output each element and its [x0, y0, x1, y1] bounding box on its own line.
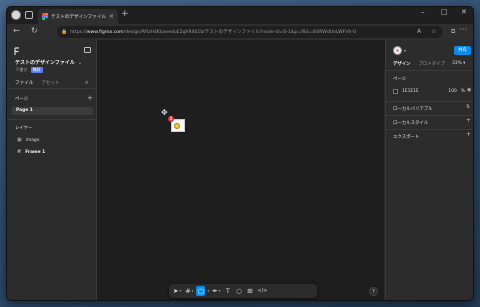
tab-design[interactable]: デザイン: [393, 61, 411, 67]
toggle-sidebar-icon[interactable]: [84, 47, 91, 53]
export-section[interactable]: エクスポート: [393, 134, 419, 140]
user-avatar[interactable]: [393, 46, 402, 55]
url-text: https://www.figma.com/design/RRzH4Kkaeed…: [70, 30, 356, 35]
divider: [386, 101, 473, 102]
free-plan-badge: 無料: [30, 67, 43, 73]
color-swatch[interactable]: [393, 88, 398, 94]
figma-favicon-icon: [42, 13, 48, 20]
layer-label: image: [25, 137, 40, 143]
layer-label: Frame 1: [25, 149, 46, 155]
left-sidebar: テストのデザインファイル ⌄ 下書き 無料 ファイル アセット ⌕ ページ + P…: [7, 40, 97, 300]
browser-window: テストのデザインファイル – Figma × + – □ ✕ ← ↻ 🔒 htt…: [6, 6, 474, 301]
tab-file[interactable]: ファイル: [15, 80, 33, 86]
divider: [386, 129, 473, 130]
pen-tool-icon[interactable]: ✒ ▾: [211, 286, 221, 296]
tab-close-icon[interactable]: ×: [109, 13, 114, 20]
pages-header: ページ: [15, 97, 29, 102]
search-icon[interactable]: ⌕: [85, 79, 88, 87]
frame-tool-icon[interactable]: # ▾: [184, 286, 194, 296]
variables-icon[interactable]: ⇅: [466, 105, 470, 110]
layer-item-image[interactable]: ▣ image: [17, 137, 39, 143]
draft-location: 下書き 無料: [15, 67, 43, 73]
tab-assets[interactable]: アセット: [41, 80, 59, 86]
close-window-button[interactable]: ✕: [461, 9, 467, 16]
design-canvas[interactable]: ✥ 1 ➤ ▾ # ▾ ▢ ▾ ✒ ▾ T ○ ⊞ </> ?: [97, 40, 385, 300]
page-section-header: ページ: [393, 77, 407, 82]
right-sidebar: ▾ 共有 デザイン プロトタイプ 33% ▾ ページ 1E1E1E 100 % …: [385, 40, 473, 300]
background-color-field[interactable]: 1E1E1E 100 %: [393, 87, 465, 95]
tab-strip: テストのデザインファイル – Figma × + – □ ✕: [7, 7, 473, 24]
notification-badge: 1: [168, 116, 174, 122]
back-icon[interactable]: ←: [13, 27, 20, 35]
help-button[interactable]: ?: [369, 287, 378, 296]
file-name[interactable]: テストのデザインファイル ⌄: [15, 59, 82, 66]
divider: [7, 88, 97, 89]
tab-actions-icon[interactable]: [25, 11, 33, 19]
profile-avatar[interactable]: [11, 10, 21, 20]
local-variables[interactable]: ローカルバリアブル: [393, 106, 433, 112]
chevron-down-icon[interactable]: ⌄: [78, 60, 82, 66]
drafts-label: 下書き: [15, 67, 28, 72]
add-page-icon[interactable]: +: [87, 95, 93, 102]
chevron-down-icon[interactable]: ▾: [207, 289, 209, 293]
lock-icon[interactable]: 🔒: [61, 29, 67, 35]
right-panel-tabs: デザイン プロトタイプ: [393, 61, 445, 67]
move-cursor-icon: ✥: [161, 108, 168, 117]
browser-menu-icon[interactable]: ···: [459, 26, 467, 34]
frame-icon: #: [17, 149, 22, 155]
tab-title: テストのデザインファイル – Figma: [51, 14, 106, 20]
reload-icon[interactable]: ↻: [31, 27, 38, 35]
move-tool-icon[interactable]: ➤ ▾: [172, 286, 182, 296]
image-icon: ▣: [17, 137, 22, 143]
browser-tab-figma[interactable]: テストのデザインファイル – Figma ×: [38, 9, 118, 24]
text-tool-icon[interactable]: T: [223, 286, 232, 296]
zoom-level[interactable]: 33% ▾: [452, 61, 465, 66]
navigation-bar: ← ↻ 🔒 https://www.figma.com/design/RRzH4…: [7, 24, 473, 40]
maximize-button[interactable]: □: [441, 9, 448, 16]
page-item-page-1[interactable]: Page 1: [12, 107, 93, 115]
image-thumbnail: [174, 123, 180, 129]
divider: [7, 119, 97, 120]
add-export-icon[interactable]: +: [466, 132, 471, 138]
figma-app: テストのデザインファイル ⌄ 下書き 無料 ファイル アセット ⌕ ページ + P…: [7, 40, 473, 300]
read-aloud-icon[interactable]: A: [417, 28, 421, 35]
divider: [386, 115, 473, 116]
tab-prototype[interactable]: プロトタイプ: [419, 61, 445, 67]
comment-tool-icon[interactable]: ○: [234, 286, 243, 296]
layer-item-frame-1[interactable]: # Frame 1: [17, 149, 45, 155]
bottom-toolbar: ➤ ▾ # ▾ ▢ ▾ ✒ ▾ T ○ ⊞ </>: [169, 284, 317, 298]
chevron-down-icon[interactable]: ▾: [404, 48, 406, 53]
extensions-icon[interactable]: ⧉: [451, 28, 455, 36]
left-panel-tabs: ファイル アセット: [15, 80, 60, 86]
divider: [386, 70, 473, 71]
dev-mode-icon[interactable]: </>: [256, 286, 268, 296]
chevron-down-icon: ▾: [463, 61, 466, 66]
minimize-button[interactable]: –: [421, 9, 425, 16]
layers-header: レイヤー: [15, 126, 33, 131]
figma-logo-icon[interactable]: [14, 47, 22, 56]
background-hex[interactable]: 1E1E1E: [402, 89, 448, 94]
actions-tool-icon[interactable]: ⊞: [245, 286, 254, 296]
share-button[interactable]: 共有: [454, 46, 471, 55]
favorite-star-icon[interactable]: ☆: [431, 28, 436, 35]
background-opacity[interactable]: 100: [448, 89, 456, 94]
percent-sign: %: [460, 88, 465, 94]
add-style-icon[interactable]: +: [466, 118, 471, 124]
eye-icon[interactable]: ◉: [467, 87, 471, 93]
new-tab-button[interactable]: +: [121, 10, 129, 19]
address-bar[interactable]: 🔒 https://www.figma.com/design/RRzH4Kkae…: [57, 26, 443, 38]
rectangle-tool-icon[interactable]: ▢: [196, 286, 206, 296]
local-styles[interactable]: ローカルスタイル: [393, 120, 428, 126]
